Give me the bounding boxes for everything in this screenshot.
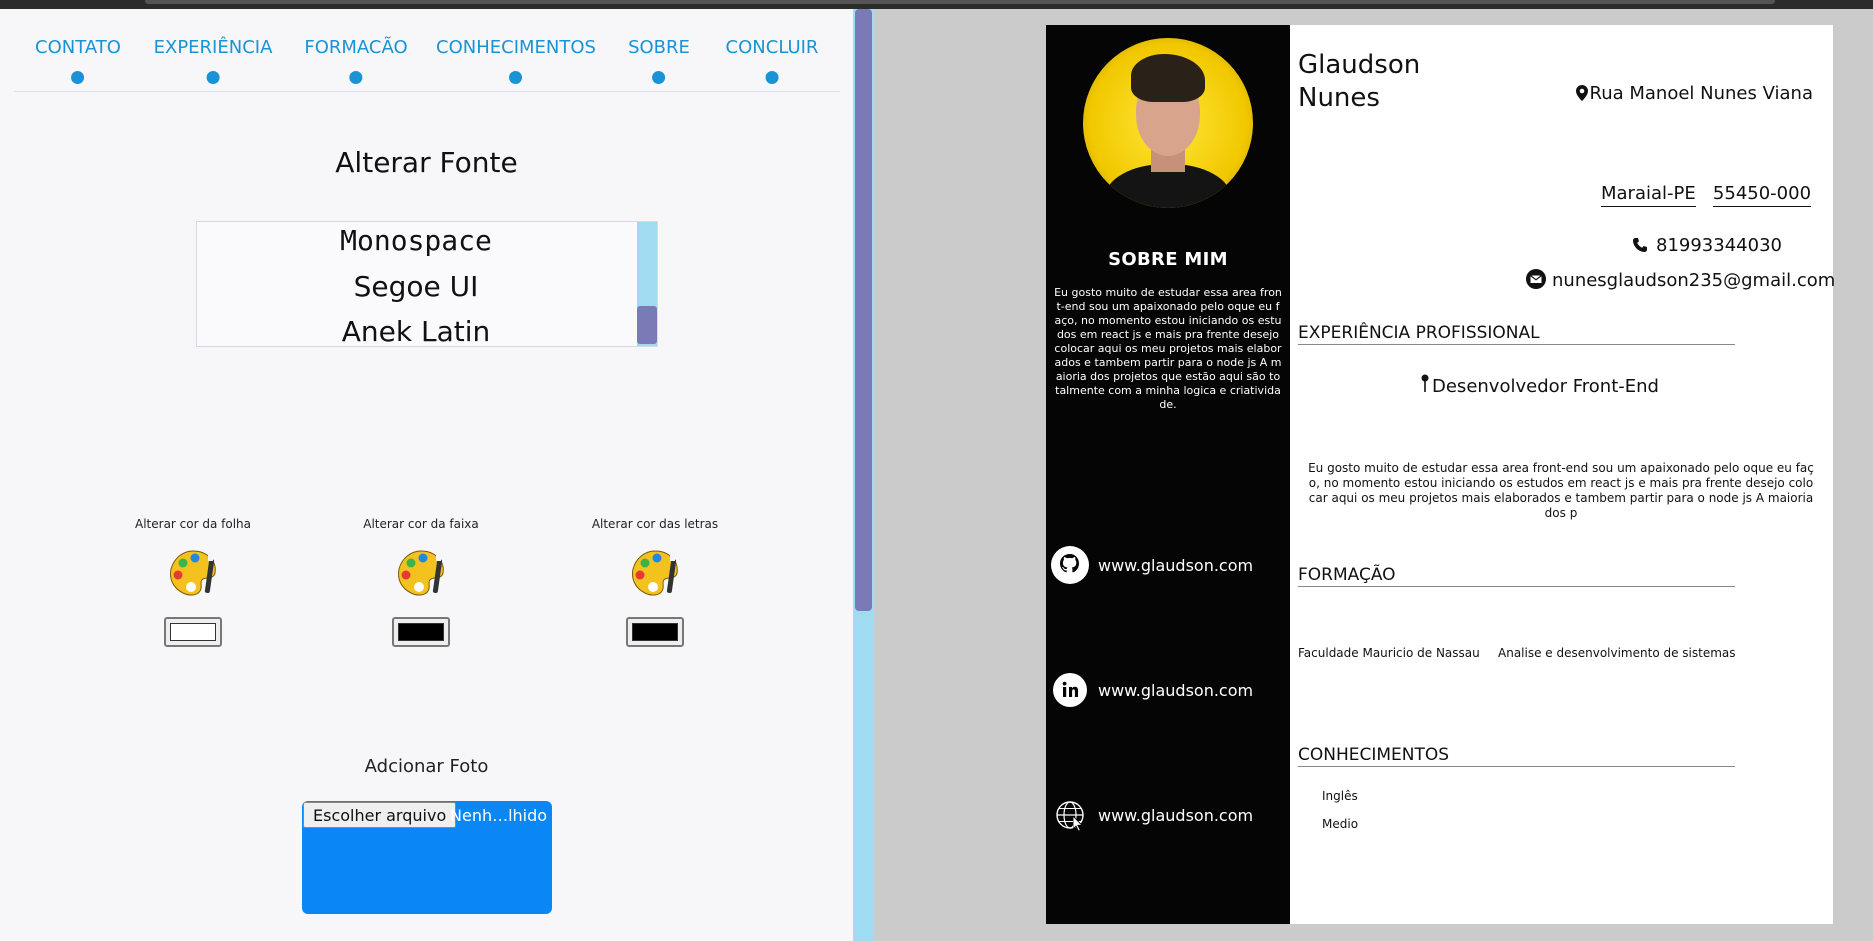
- step-sobre[interactable]: SOBRE: [628, 37, 690, 84]
- font-select-list[interactable]: Monospace Segoe UI Anek Latin: [196, 221, 658, 347]
- last-name: Nunes: [1298, 83, 1380, 113]
- browser-top-bar: [0, 0, 1873, 9]
- education-course: Analise e desenvolvimento de sistemas: [1498, 646, 1736, 660]
- font-list-scroll-thumb[interactable]: [637, 306, 657, 344]
- photo-upload-area[interactable]: Escolher arquivo Nenh…lhido: [302, 801, 552, 914]
- skill-level: Medio: [1322, 817, 1359, 831]
- address-text: Rua Manoel Nunes Viana: [1589, 83, 1813, 104]
- step-label: CONHECIMENTOS: [436, 37, 596, 58]
- sheet-color-swatch: [170, 623, 216, 641]
- stripe-color-label: Alterar cor da faixa: [363, 517, 479, 531]
- globe-icon: [1056, 801, 1084, 829]
- role-title: Desenvolvedor Front-End: [1432, 376, 1659, 397]
- photo-section-title: Adcionar Foto: [364, 756, 489, 777]
- skill-name: Inglês: [1322, 789, 1358, 803]
- stripe-color-control: Alterar cor da faixa: [331, 517, 511, 647]
- editor-scroll-thumb[interactable]: [855, 9, 872, 611]
- education-heading: FORMAÇÃO: [1298, 565, 1735, 587]
- address: Rua Manoel Nunes Viana: [1575, 83, 1813, 104]
- step-label: FORMACÃO: [304, 37, 408, 58]
- website-link[interactable]: www.glaudson.com: [1051, 796, 1285, 836]
- step-dot: [71, 71, 85, 84]
- step-concluir[interactable]: CONCLUIR: [725, 37, 819, 84]
- linkedin-link[interactable]: www.glaudson.com: [1051, 671, 1285, 711]
- linkedin-url: www.glaudson.com: [1098, 681, 1254, 700]
- resume-preview: SOBRE MIM Eu gosto muito de estudar essa…: [1046, 25, 1835, 924]
- experience-description: Eu gosto muito de estudar essa area fron…: [1308, 461, 1814, 520]
- envelope-icon: [1526, 269, 1546, 289]
- step-formacao[interactable]: FORMACÃO: [304, 37, 408, 84]
- text-color-input[interactable]: [626, 617, 684, 647]
- profile-photo: [1083, 38, 1253, 208]
- github-icon: [1051, 546, 1089, 584]
- stripe-color-swatch: [398, 623, 444, 641]
- phone-icon: [1633, 238, 1647, 252]
- github-url: www.glaudson.com: [1098, 556, 1254, 575]
- text-color-control: Alterar cor das letras: [565, 517, 745, 647]
- palette-icon[interactable]: [395, 547, 447, 599]
- email: nunesglaudson235@gmail.com: [1526, 269, 1835, 291]
- step-dot: [765, 71, 779, 84]
- step-experiencia[interactable]: EXPERIÊNCIA: [153, 37, 273, 84]
- step-dot: [509, 71, 523, 84]
- step-dot: [652, 71, 666, 84]
- education-institution: Faculdade Mauricio de Nassau: [1298, 646, 1480, 660]
- mouse-cursor-icon: [1073, 816, 1083, 832]
- city: Maraial-PE: [1601, 183, 1696, 207]
- linkedin-icon: [1053, 673, 1087, 707]
- step-dot: [349, 71, 363, 84]
- text-color-swatch: [632, 623, 678, 641]
- experience-heading: EXPERIÊNCIA PROFISSIONAL: [1298, 323, 1735, 345]
- palette-icon[interactable]: [167, 547, 219, 599]
- step-dot: [206, 71, 220, 84]
- first-name: Glaudson: [1298, 50, 1421, 80]
- website-url: www.glaudson.com: [1098, 806, 1254, 825]
- choose-file-button[interactable]: Escolher arquivo: [303, 802, 457, 828]
- font-option-monospace[interactable]: Monospace: [197, 224, 635, 257]
- palette-icon[interactable]: [629, 547, 681, 599]
- step-label: CONCLUIR: [725, 37, 819, 58]
- about-title: SOBRE MIM: [1108, 249, 1228, 270]
- email-address: nunesglaudson235@gmail.com: [1552, 270, 1836, 291]
- step-contato[interactable]: CONTATO: [35, 37, 121, 84]
- stripe-color-input[interactable]: [392, 617, 450, 647]
- city-zip: Maraial-PE 55450-000: [1601, 183, 1812, 207]
- step-nav: CONTATO EXPERIÊNCIA FORMACÃO CONHECIMENT…: [14, 27, 840, 92]
- sheet-color-label: Alterar cor da folha: [135, 517, 251, 531]
- photo-hair: [1131, 54, 1205, 102]
- step-conhecimentos[interactable]: CONHECIMENTOS: [436, 37, 596, 84]
- no-file-label: Nenh…lhido: [450, 806, 548, 825]
- zip: 55450-000: [1712, 183, 1812, 207]
- font-section-title: Alterar Fonte: [335, 146, 518, 179]
- sheet-color-control: Alterar cor da folha: [103, 517, 283, 647]
- resume-name: Glaudson Nunes: [1298, 49, 1420, 115]
- phone: 81993344030: [1632, 235, 1782, 256]
- step-label: EXPERIÊNCIA: [153, 37, 273, 58]
- text-color-label: Alterar cor das letras: [591, 517, 719, 531]
- font-option-segoe-ui[interactable]: Segoe UI: [197, 270, 635, 303]
- pushpin-icon: [1421, 374, 1429, 392]
- font-option-anek-latin[interactable]: Anek Latin: [197, 315, 635, 346]
- step-label: SOBRE: [628, 37, 690, 58]
- skills-heading: CONHECIMENTOS: [1298, 745, 1735, 767]
- step-label: CONTATO: [35, 37, 121, 58]
- github-link[interactable]: www.glaudson.com: [1051, 546, 1285, 586]
- job-role: Desenvolvedor Front-End: [1046, 374, 1833, 397]
- browser-top-bar-strip: [145, 0, 1775, 4]
- sheet-color-input[interactable]: [164, 617, 222, 647]
- map-pin-icon: [1575, 85, 1588, 101]
- phone-number: 81993344030: [1656, 235, 1782, 256]
- resume-sidebar: SOBRE MIM Eu gosto muito de estudar essa…: [1046, 25, 1290, 924]
- editor-panel: CONTATO EXPERIÊNCIA FORMACÃO CONHECIMENT…: [0, 9, 853, 941]
